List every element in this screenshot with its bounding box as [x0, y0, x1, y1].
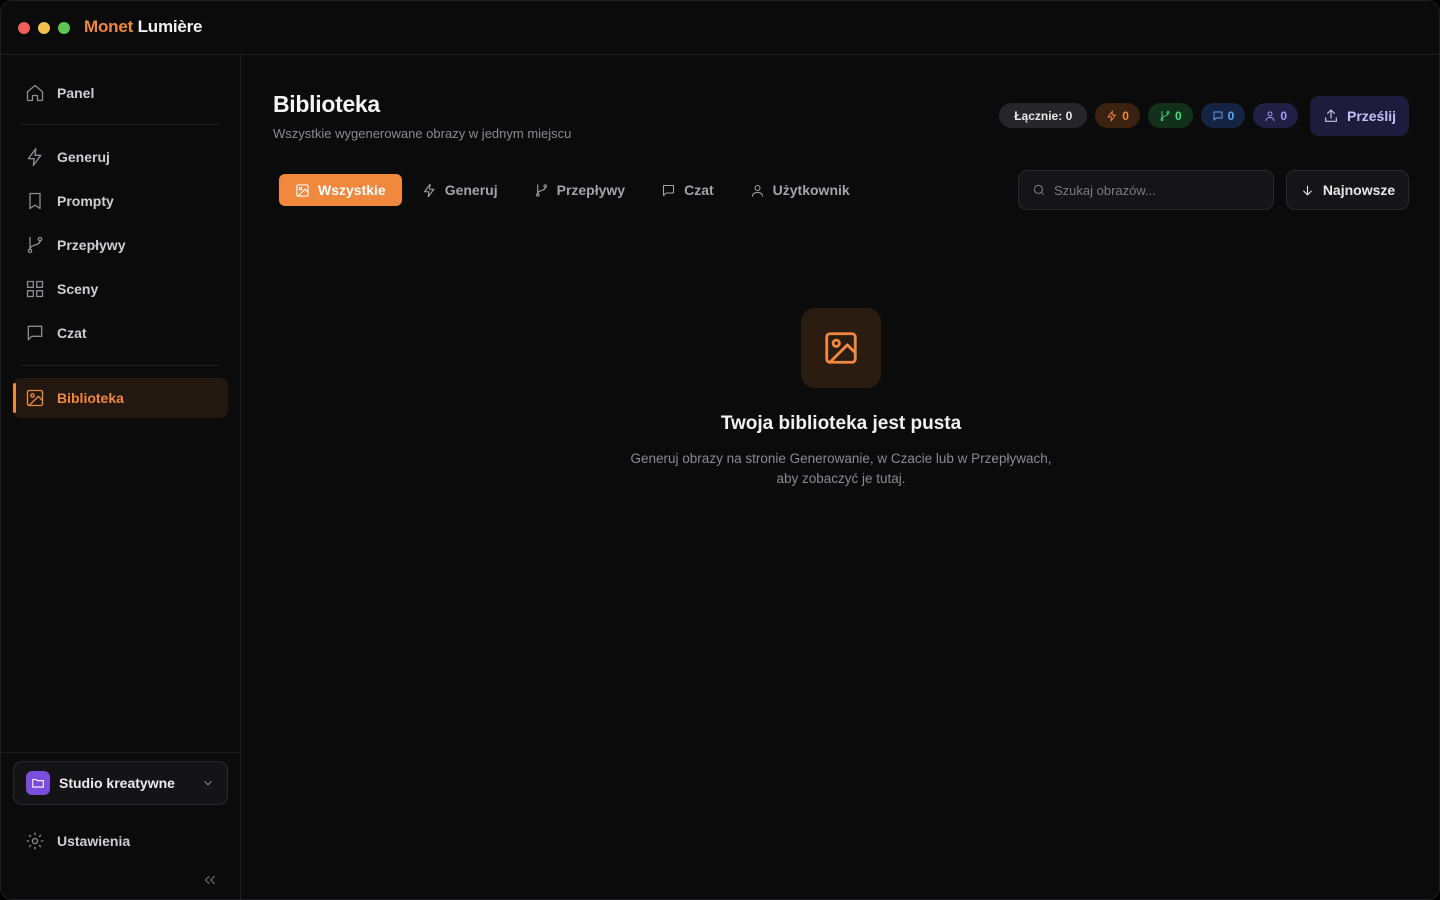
bolt-icon	[27, 148, 42, 166]
total-count-text: Łącznie: 0	[1014, 108, 1073, 123]
brand-name-part2: Lumière	[137, 17, 203, 36]
generated-count: 0	[1122, 108, 1129, 123]
arrow-down-icon	[1303, 185, 1312, 195]
window-controls	[18, 22, 70, 34]
sidebar-item-label: Prompty	[57, 193, 114, 209]
flows-count-badge: 0	[1147, 103, 1193, 128]
bolt-icon	[1107, 110, 1117, 121]
sidebar-item-przeplywy[interactable]: Przepływy	[13, 225, 228, 265]
workspace-selector[interactable]: Studio kreatywne	[13, 761, 228, 805]
sidebar-footer-divider	[1, 752, 241, 753]
user-icon	[1265, 111, 1275, 121]
sidebar-item-sceny[interactable]: Sceny	[13, 269, 228, 309]
workspace-name: Studio kreatywne	[59, 775, 175, 791]
empty-state-line1: Generuj obrazy na stronie Generowanie, w…	[630, 451, 1052, 466]
brand-name-part1: Monet	[84, 17, 134, 36]
grid-icon	[26, 280, 44, 298]
upload-icon	[1325, 109, 1337, 122]
generated-count-badge: 0	[1095, 103, 1140, 128]
search-input[interactable]	[1054, 182, 1254, 198]
tab-label: Wszystkie	[318, 182, 386, 198]
page-subtitle: Wszystkie wygenerowane obrazy w jednym m…	[273, 126, 572, 141]
page-title: Biblioteka	[273, 91, 380, 117]
sidebar-item-biblioteka[interactable]: Biblioteka	[13, 378, 228, 418]
search-icon	[1033, 184, 1045, 196]
image-icon	[26, 389, 44, 407]
user-count-badge: 0	[1253, 103, 1298, 128]
bookmark-icon	[29, 192, 41, 210]
git-branch-icon	[1160, 110, 1170, 121]
active-indicator	[13, 383, 16, 413]
app-window: Monet Lumière Panel Generuj Prompty Prze…	[0, 0, 1440, 900]
search-box[interactable]	[1018, 170, 1274, 210]
sidebar-divider	[21, 124, 219, 125]
sidebar-item-label: Sceny	[57, 281, 99, 297]
sort-button[interactable]: Najnowsze	[1286, 170, 1409, 210]
sort-label: Najnowsze	[1322, 182, 1396, 198]
minimize-window-button[interactable]	[38, 22, 50, 34]
upload-label: Prześlij	[1346, 108, 1397, 124]
close-window-button[interactable]	[18, 22, 30, 34]
git-branch-icon	[535, 183, 547, 197]
chat-icon	[27, 325, 43, 341]
collapse-sidebar-icon[interactable]	[201, 871, 219, 889]
maximize-window-button[interactable]	[58, 22, 70, 34]
sidebar-divider	[21, 365, 219, 366]
empty-state-line2: aby zobaczyć je tutaj.	[776, 471, 906, 486]
user-icon	[751, 184, 763, 197]
chevron-down-icon	[204, 780, 212, 786]
tab-uzytkownik[interactable]: Użytkownik	[734, 174, 866, 206]
brand-logo: Monet Lumière	[84, 17, 203, 37]
sidebar-item-czat[interactable]: Czat	[13, 313, 228, 353]
tab-label: Generuj	[444, 182, 498, 198]
home-icon	[26, 84, 44, 102]
filter-tabs: Wszystkie Generuj Przepływy Czat Użytkow…	[279, 174, 866, 206]
chat-count-badge: 0	[1200, 103, 1246, 128]
sidebar-item-label: Panel	[57, 85, 95, 101]
sidebar-item-prompty[interactable]: Prompty	[13, 181, 228, 221]
sidebar-item-label: Generuj	[57, 149, 110, 165]
settings-label: Ustawienia	[57, 833, 131, 849]
tab-label: Użytkownik	[772, 182, 850, 198]
image-icon	[296, 183, 309, 197]
total-count-badge: Łącznie: 0	[999, 103, 1088, 128]
empty-state-icon	[801, 308, 881, 388]
git-branch-icon	[27, 236, 43, 254]
user-count: 0	[1280, 108, 1287, 123]
stats-badges: Łącznie: 0 0 0 0 0	[999, 103, 1298, 128]
chat-icon	[1213, 111, 1223, 120]
chat-icon	[663, 184, 675, 196]
image-icon	[825, 332, 857, 364]
sidebar-item-label: Biblioteka	[57, 390, 124, 406]
flows-count: 0	[1174, 108, 1182, 123]
sidebar-item-panel[interactable]: Panel	[13, 73, 228, 113]
sidebar-item-generuj[interactable]: Generuj	[13, 137, 228, 177]
sidebar-item-label: Czat	[57, 325, 87, 341]
tab-wszystkie[interactable]: Wszystkie	[279, 174, 402, 206]
title-bar: Monet Lumière	[1, 1, 1439, 55]
main-content: Biblioteka Wszystkie wygenerowane obrazy…	[241, 55, 1439, 899]
tab-label: Czat	[684, 182, 714, 198]
tab-czat[interactable]: Czat	[645, 174, 730, 206]
empty-state-title: Twoja biblioteka jest pusta	[720, 413, 962, 434]
chat-count: 0	[1227, 108, 1235, 123]
upload-button[interactable]: Prześlij	[1310, 96, 1409, 136]
gear-icon	[26, 832, 44, 850]
folder-icon	[26, 771, 50, 795]
tab-label: Przepływy	[556, 182, 626, 198]
tab-generuj[interactable]: Generuj	[406, 174, 514, 206]
sidebar: Panel Generuj Prompty Przepływy Sceny Cz…	[1, 55, 241, 899]
empty-state-description: Generuj obrazy na stronie Generowanie, w…	[601, 449, 1081, 489]
bolt-icon	[423, 183, 435, 197]
settings-button[interactable]: Ustawienia	[13, 821, 228, 861]
sidebar-item-label: Przepływy	[57, 237, 126, 253]
tab-przeplywy[interactable]: Przepływy	[518, 174, 641, 206]
